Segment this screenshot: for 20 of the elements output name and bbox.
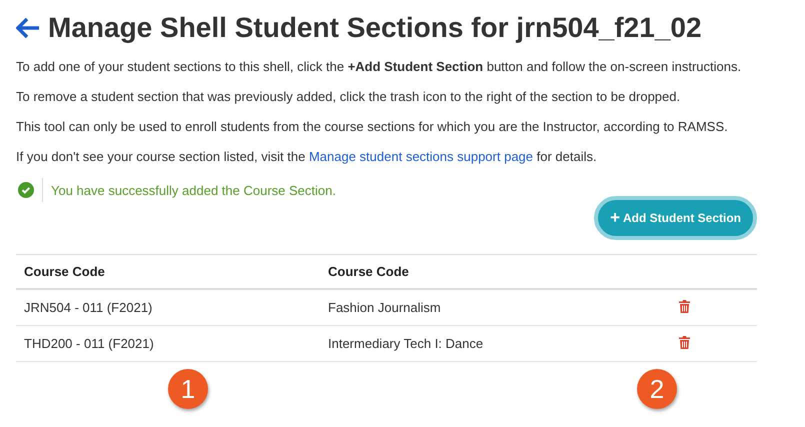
course-name-cell: Intermediary Tech I: Dance: [320, 326, 671, 362]
trash-icon[interactable]: [679, 336, 690, 348]
trash-icon[interactable]: [679, 300, 690, 312]
callout-number: 2: [637, 369, 677, 409]
course-code-cell: THD200 - 011 (F2021): [16, 326, 320, 362]
check-circle-icon: [18, 182, 34, 198]
column-header: Course Code: [320, 254, 671, 289]
callout-number: 1: [168, 369, 208, 409]
instruction-paragraph: To add one of your student sections to this shell, click the +Add Student Section button and follow the on-screen instructions.: [16, 58, 742, 75]
success-message: You have successfully added the Course Section.: [51, 182, 336, 198]
page-title: Manage Shell Student Sections for jrn504_f21_02: [48, 12, 702, 44]
column-header: Course Code: [16, 254, 320, 289]
instruction-paragraph: If you don't see your course section listed, visit the Manage student sections support page for details.: [16, 148, 598, 165]
back-arrow-icon[interactable]: [16, 17, 40, 39]
add-student-section-button[interactable]: + Add Student Section: [594, 196, 757, 240]
course-name-cell: Fashion Journalism: [320, 289, 671, 326]
instruction-paragraph: To remove a student section that was previously added, click the trash icon to the right of the section to be dropped.: [16, 88, 682, 105]
support-link[interactable]: Manage student sections support page: [308, 149, 534, 164]
instruction-paragraph: This tool can only be used to enroll students from the course sections for which you are the Instructor, according to RAMSS.: [16, 118, 729, 135]
course-code-cell: JRN504 - 011 (F2021): [16, 289, 320, 326]
